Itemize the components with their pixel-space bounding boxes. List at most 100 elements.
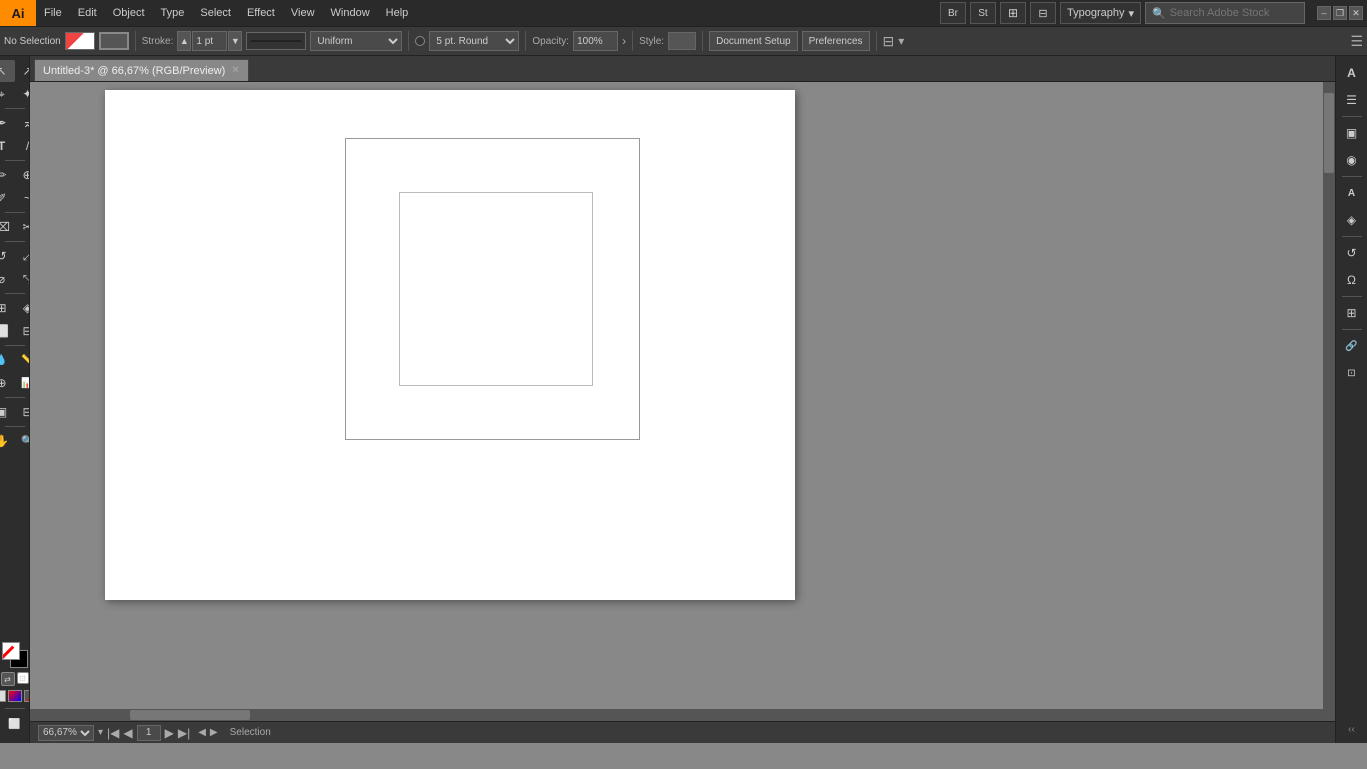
character-panel-icon[interactable]: A — [1339, 60, 1365, 86]
stroke-down-arrow[interactable]: ▼ — [228, 31, 242, 51]
tab-close-button[interactable]: ✕ — [231, 65, 239, 76]
menu-select[interactable]: Select — [192, 0, 239, 26]
stroke-color-swatch[interactable] — [99, 32, 129, 50]
preferences-button[interactable]: Preferences — [802, 31, 870, 51]
graphic-styles-icon[interactable]: ◉ — [1339, 147, 1365, 173]
stroke-up-arrow[interactable]: ▲ — [177, 31, 191, 51]
prev-page-button[interactable]: ◀ — [123, 726, 132, 740]
fill-color-swatch[interactable] — [65, 32, 95, 50]
zoom-select[interactable]: 66,67% 100% 150% — [38, 725, 94, 741]
style-swatch[interactable] — [668, 32, 696, 50]
maximize-button[interactable]: ❒ — [1333, 6, 1347, 20]
pen-tool[interactable]: ✒ — [0, 112, 15, 134]
paintbrush-tool[interactable]: ✏ — [0, 164, 15, 186]
menu-file[interactable]: File — [36, 0, 70, 26]
menu-type[interactable]: Type — [153, 0, 193, 26]
horizontal-scrollbar-thumb[interactable] — [130, 710, 250, 720]
scale-tool[interactable]: ⤢ — [15, 245, 31, 267]
measure-tool[interactable]: 📏 — [15, 349, 31, 371]
selection-tool[interactable]: ↖ — [0, 60, 15, 82]
eraser-tool[interactable]: ⌫ — [0, 216, 15, 238]
type-tool[interactable]: T — [0, 135, 15, 157]
pencil-tool[interactable]: ✐ — [0, 187, 15, 209]
zoom-tool[interactable]: 🔍 — [15, 430, 31, 452]
swap-colors-icon[interactable]: ⇄ — [1, 672, 15, 686]
gradient-mode-icon[interactable] — [8, 690, 22, 702]
search-input[interactable] — [1170, 7, 1298, 19]
brush-select[interactable]: 5 pt. Round 3 pt. Round — [429, 31, 519, 51]
menu-effect[interactable]: Effect — [239, 0, 283, 26]
arrange-icon[interactable]: ⊟ — [1030, 2, 1056, 24]
smooth-tool[interactable]: ~ — [15, 187, 31, 209]
vertical-scrollbar-thumb[interactable] — [1324, 93, 1334, 173]
slice-tool[interactable]: ⊟ — [15, 320, 31, 342]
first-page-button[interactable]: |◀ — [107, 726, 119, 740]
rotate-tool[interactable]: ↺ — [0, 245, 15, 267]
scissors-tool[interactable]: ✂ — [15, 216, 31, 238]
free-transform-tool[interactable]: ⤡ — [15, 268, 31, 290]
artboards-panel-icon[interactable]: ⬜ — [2, 713, 28, 735]
pathfinder-icon[interactable]: ⊞ — [1339, 300, 1365, 326]
minimize-button[interactable]: – — [1317, 6, 1331, 20]
opentype-icon[interactable]: ◈ — [1339, 207, 1365, 233]
menu-object[interactable]: Object — [105, 0, 153, 26]
links-panel-icon[interactable]: 🔗 — [1339, 333, 1365, 359]
document-setup-button[interactable]: Document Setup — [709, 31, 798, 51]
align-options-icon[interactable]: ⊟ — [883, 33, 895, 50]
menu-view[interactable]: View — [283, 0, 323, 26]
align-chevron-icon[interactable]: ▾ — [898, 34, 904, 48]
eyedropper-tool[interactable]: 💧 — [0, 349, 15, 371]
glyphs-panel-icon[interactable]: A — [1339, 180, 1365, 206]
grid-view-icon[interactable]: ⊞ — [1000, 2, 1026, 24]
appearance-panel-icon[interactable]: ▣ — [1339, 120, 1365, 146]
shape-builder-tool[interactable]: ⊞ — [0, 297, 15, 319]
right-panel-collapse-icon[interactable]: ‹ — [1286, 394, 1291, 410]
graph-tool[interactable]: 📊 — [15, 372, 31, 394]
curvature-tool[interactable]: ⌅ — [15, 112, 31, 134]
mesh-tool[interactable]: ⊟ — [15, 401, 31, 423]
panel-collapse-button[interactable]: ‹‹ — [1348, 724, 1355, 739]
stock-icon[interactable]: St — [970, 2, 996, 24]
menu-help[interactable]: Help — [378, 0, 417, 26]
scroll-left-icon[interactable]: ◀ — [198, 727, 206, 738]
default-colors-icon[interactable]: ⊡ — [17, 672, 29, 684]
blob-brush-tool[interactable]: ⊕ — [15, 164, 31, 186]
magic-wand-tool[interactable]: ✦ — [15, 83, 31, 105]
page-number-input[interactable] — [137, 725, 161, 741]
menu-edit[interactable]: Edit — [70, 0, 105, 26]
gradient-tool[interactable]: ▣ — [0, 401, 15, 423]
workspace-dropdown[interactable]: Typography ▾ — [1060, 2, 1141, 24]
canvas-area[interactable]: ‹ — [30, 82, 1335, 721]
panel-options-icon[interactable]: ☰ — [1350, 33, 1363, 50]
bridge-icon[interactable]: Br — [940, 2, 966, 24]
stroke-value-input[interactable] — [192, 31, 227, 51]
line-tool[interactable]: / — [15, 135, 31, 157]
opacity-more-icon[interactable]: › — [622, 34, 626, 48]
foreground-color-box[interactable] — [2, 642, 20, 660]
opacity-input[interactable] — [573, 31, 618, 51]
hand-tool[interactable]: ✋ — [0, 430, 15, 452]
search-box[interactable]: 🔍 — [1145, 2, 1305, 24]
image-trace-icon[interactable]: ⊡ — [1339, 360, 1365, 386]
lasso-tool[interactable]: ⌖ — [0, 83, 15, 105]
document-tab[interactable]: Untitled-3* @ 66,67% (RGB/Preview) ✕ — [34, 59, 249, 81]
transform-panel-icon[interactable]: ↺ — [1339, 240, 1365, 266]
artboard-tool[interactable]: ⬜ — [0, 320, 15, 342]
menu-window[interactable]: Window — [323, 0, 378, 26]
warp-tool[interactable]: ⌀ — [0, 268, 15, 290]
paragraph-panel-icon[interactable]: ☰ — [1339, 87, 1365, 113]
stroke-type-select[interactable]: Uniform Width Profile 1 — [310, 31, 402, 51]
stroke-line-preview[interactable] — [246, 32, 306, 50]
direct-selection-tool[interactable]: ↗ — [15, 60, 31, 82]
color-mode-icon[interactable] — [0, 690, 6, 702]
live-paint-tool[interactable]: ◈ — [15, 297, 31, 319]
last-page-button[interactable]: ▶| — [178, 726, 190, 740]
close-button[interactable]: ✕ — [1349, 6, 1363, 20]
zoom-dropdown-arrow[interactable]: ▾ — [98, 727, 103, 738]
horizontal-scrollbar[interactable] — [30, 709, 1323, 721]
blend-tool[interactable]: ⊕ — [0, 372, 15, 394]
vertical-scrollbar[interactable] — [1323, 82, 1335, 721]
scroll-right-icon[interactable]: ▶ — [210, 727, 218, 738]
align-panel-icon[interactable]: Ω — [1339, 267, 1365, 293]
next-page-button[interactable]: ▶ — [165, 726, 174, 740]
